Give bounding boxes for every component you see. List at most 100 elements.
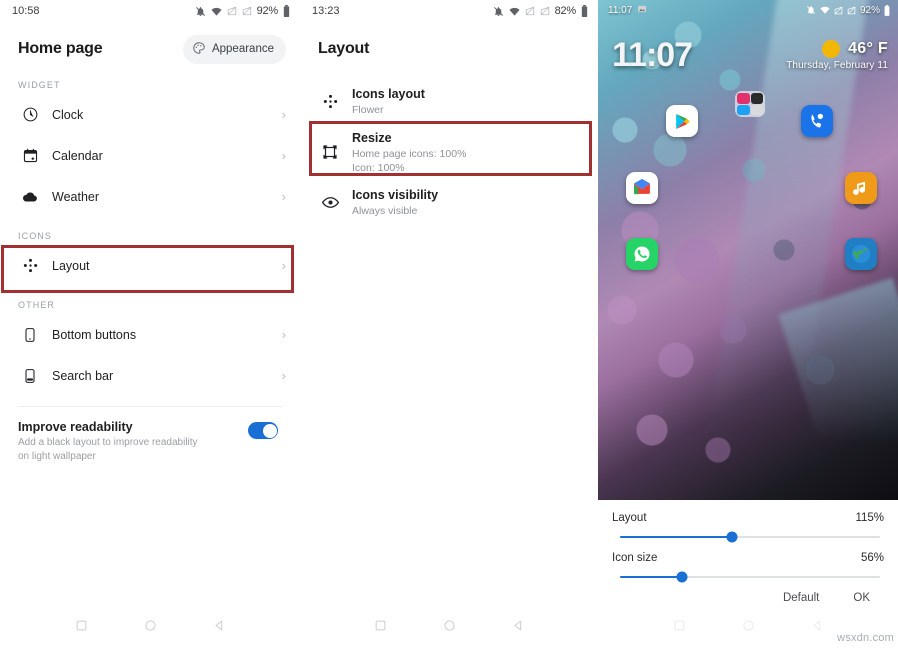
bell-muted-icon — [806, 5, 816, 15]
eye-icon — [316, 193, 344, 212]
appearance-button[interactable]: Appearance — [182, 34, 286, 64]
image-icon — [637, 4, 647, 17]
square-icon[interactable] — [75, 619, 88, 637]
section-label-icons: ICONS — [18, 231, 53, 241]
sidebar-item-search-bar[interactable]: Search bar › — [0, 355, 300, 396]
back-triangle-icon[interactable] — [512, 619, 525, 637]
cloud-icon — [16, 188, 44, 206]
signal-icon — [834, 6, 843, 15]
whatsapp-icon[interactable] — [626, 238, 658, 270]
android-navbar — [300, 606, 598, 650]
slider-iconsize-value: 56% — [860, 552, 884, 564]
sidebar-item-layout[interactable]: Layout › — [0, 245, 300, 286]
circle-icon[interactable] — [144, 619, 157, 637]
sidebar-item-weather[interactable]: Weather › — [0, 176, 300, 217]
status-bar: 10:58 92% — [0, 0, 300, 22]
status-bar: 13:23 82% — [300, 0, 598, 22]
back-triangle-icon[interactable] — [213, 619, 226, 637]
dialog-actions: Default OK — [612, 592, 884, 604]
chevron-right-icon: › — [281, 107, 286, 122]
list-item-icons-visibility[interactable]: Icons visibility Always visible — [300, 179, 598, 225]
gmail-icon[interactable] — [626, 172, 658, 204]
bell-muted-icon — [493, 6, 504, 17]
title-row: Layout — [300, 22, 598, 66]
slider-layout-track[interactable] — [620, 531, 880, 543]
battery-icon — [283, 5, 290, 17]
android-navbar — [0, 606, 300, 650]
section-label-other: OTHER — [18, 300, 55, 310]
slider-iconsize-fill — [620, 576, 683, 578]
page-title: Layout — [318, 40, 370, 57]
wifi-icon — [211, 6, 222, 17]
panel-layout-settings: 13:23 82% Layout Icons layout Flower Res… — [300, 0, 598, 650]
clock-icon — [16, 106, 44, 123]
improve-readability-toggle[interactable] — [248, 422, 278, 439]
square-icon[interactable] — [374, 619, 387, 637]
list-item-icons-layout[interactable]: Icons layout Flower — [300, 78, 598, 124]
clock-widget[interactable]: 11:07 — [612, 36, 693, 75]
phone-search-icon — [16, 368, 44, 384]
back-triangle-icon[interactable] — [811, 619, 824, 637]
palette-icon — [192, 41, 206, 58]
resize-dialog: Layout 115% Icon size 56% Default OK — [598, 500, 898, 606]
list-item-label: Icons visibility — [352, 188, 439, 202]
signal-icon — [227, 6, 237, 16]
list-item-label: Icons layout — [352, 87, 425, 101]
signal-icon — [242, 6, 252, 16]
sidebar-item-bottom-buttons[interactable]: Bottom buttons › — [0, 314, 300, 355]
list-item-sub2: Icon: 100% — [352, 161, 405, 174]
sidebar-item-label: Weather — [52, 189, 100, 204]
slider-layout-thumb[interactable] — [726, 531, 738, 543]
contacts-icon[interactable] — [801, 105, 833, 137]
sidebar-item-clock[interactable]: Clock › — [0, 94, 300, 135]
panel-home-page-settings: 10:58 92% Home page Appearance WIDGET Cl… — [0, 0, 300, 650]
default-button[interactable]: Default — [783, 592, 819, 604]
slider-layout-fill — [620, 536, 732, 538]
folder-tile-instagram — [737, 93, 750, 104]
sidebar-item-label: Clock — [52, 107, 84, 122]
battery-percent: 92% — [859, 4, 880, 16]
slider-layout-value: 115% — [855, 512, 884, 524]
square-icon[interactable] — [673, 619, 686, 637]
sidebar-item-label: Search bar — [52, 368, 114, 383]
sidebar-item-calendar[interactable]: Calendar › — [0, 135, 300, 176]
social-folder[interactable] — [735, 91, 765, 117]
list-item-label: Resize — [352, 130, 392, 145]
title-row: Home page Appearance — [0, 22, 300, 66]
folder-tile-empty — [750, 104, 763, 115]
circle-icon[interactable] — [742, 619, 755, 637]
chevron-right-icon: › — [281, 258, 286, 273]
chevron-right-icon: › — [281, 148, 286, 163]
battery-icon — [581, 5, 588, 17]
list-item-sub: Always visible — [352, 205, 418, 217]
status-time: 10:58 — [12, 5, 40, 17]
music-icon[interactable] — [845, 172, 877, 204]
flower-dots-icon — [316, 92, 344, 111]
bell-muted-icon — [195, 6, 206, 17]
list-item-sub: Home page icons: 100% — [352, 147, 467, 160]
earth-icon[interactable] — [845, 238, 877, 270]
resize-icon — [316, 143, 344, 161]
appearance-button-label: Appearance — [211, 43, 274, 55]
status-icons: 92% — [195, 5, 290, 17]
chevron-right-icon: › — [281, 327, 286, 342]
sun-icon — [822, 40, 841, 58]
slider-iconsize-label: Icon size — [612, 552, 658, 564]
signal-icon — [540, 6, 550, 16]
signal-icon — [847, 6, 856, 15]
ok-button[interactable]: OK — [853, 592, 870, 604]
slider-iconsize-head: Icon size 56% — [612, 552, 884, 564]
flower-dots-icon — [16, 256, 44, 275]
slider-iconsize-thumb[interactable] — [676, 571, 688, 583]
chevron-right-icon: › — [281, 189, 286, 204]
weather-widget[interactable]: 46° F Thursday, February 11 — [786, 40, 888, 71]
improve-readability-row[interactable]: Improve readability Add a black layout t… — [0, 407, 300, 464]
circle-icon[interactable] — [443, 619, 456, 637]
slider-iconsize-track[interactable] — [620, 571, 880, 583]
improve-readability-texts: Improve readability Add a black layout t… — [18, 419, 208, 464]
chevron-right-icon: › — [281, 368, 286, 383]
list-item-resize[interactable]: Resize Home page icons: 100% Icon: 100% — [300, 124, 598, 179]
home-status-icons: 92% — [806, 5, 890, 16]
play-store-icon[interactable] — [666, 105, 698, 137]
signal-icon — [525, 6, 535, 16]
